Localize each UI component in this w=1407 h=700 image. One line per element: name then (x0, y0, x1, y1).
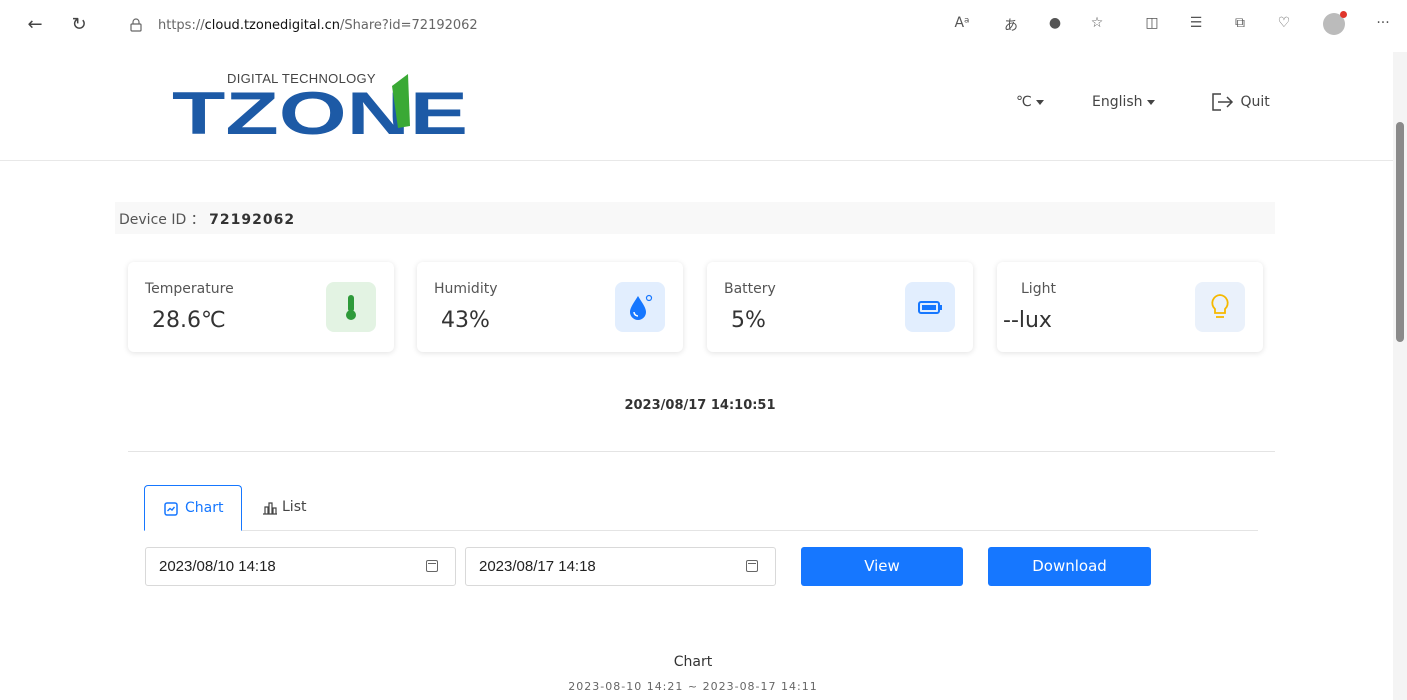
favorite-star-icon[interactable]: ☆ (1085, 15, 1109, 31)
tab-list-label: List (282, 499, 307, 515)
tzone-logo[interactable]: DIGITAL TECHNOLOGY TZONE (170, 68, 470, 138)
chart-title: Chart (673, 654, 713, 670)
read-aloud-icon[interactable]: Aᵃ (950, 15, 974, 31)
chevron-down-icon (1035, 99, 1044, 105)
card-label: Light (1021, 281, 1056, 297)
split-screen-icon[interactable]: ◫ (1140, 15, 1164, 31)
unit-selector[interactable]: ℃ (1016, 94, 1044, 110)
tab-list[interactable]: List (252, 485, 332, 531)
card-label: Battery (724, 281, 776, 297)
collections-icon[interactable]: ⧉ (1228, 15, 1252, 31)
translate-icon[interactable]: あ (999, 15, 1023, 35)
url-text: https://cloud.tzonedigital.cn/Share?id=7… (158, 18, 478, 33)
tracking-prevention-icon[interactable]: ● (1043, 15, 1067, 31)
browser-toolbar: ← ↻ https://cloud.tzonedigital.cn/Share?… (0, 0, 1407, 52)
temperature-card: Temperature 28.6℃ (128, 262, 394, 352)
thermometer-icon (326, 282, 376, 332)
browser-essentials-icon[interactable]: ♡ (1272, 15, 1296, 31)
view-button[interactable]: View (801, 547, 963, 586)
end-date-value: 2023/08/17 14:18 (479, 558, 596, 575)
chart-date-range: 2023-08-10 14:21 ~ 2023-08-17 14:11 (568, 680, 818, 693)
end-date-input[interactable]: 2023/08/17 14:18 (465, 547, 776, 586)
water-drop-icon (615, 282, 665, 332)
lock-icon (130, 18, 142, 32)
chevron-down-icon (1146, 99, 1155, 105)
battery-value: 5% (731, 308, 766, 333)
list-bars-icon (263, 502, 277, 515)
calendar-icon[interactable] (426, 560, 438, 572)
last-update-timestamp: 2023/08/17 14:10:51 (624, 398, 776, 413)
logo-wordmark: TZONE (172, 74, 468, 138)
scrollbar-thumb[interactable] (1396, 122, 1404, 342)
light-card: Light --lux (997, 262, 1263, 352)
calendar-icon[interactable] (746, 560, 758, 572)
device-id-label: Device ID ： (119, 212, 205, 228)
tab-chart[interactable]: Chart (144, 485, 242, 531)
humidity-card: Humidity 43% (417, 262, 683, 352)
start-date-input[interactable]: 2023/08/10 14:18 (145, 547, 456, 586)
back-arrow-icon[interactable]: ← (24, 14, 46, 36)
temperature-value: 28.6℃ (152, 308, 226, 333)
card-label: Temperature (145, 281, 234, 297)
card-label: Humidity (434, 281, 498, 297)
download-button[interactable]: Download (988, 547, 1151, 586)
quit-button[interactable]: Quit (1210, 92, 1270, 112)
light-value: --lux (1003, 308, 1052, 333)
more-menu-icon[interactable]: ··· (1371, 15, 1395, 31)
logo-text: TZONE (172, 80, 468, 138)
battery-icon (905, 282, 955, 332)
battery-card: Battery 5% (707, 262, 973, 352)
tab-chart-label: Chart (185, 500, 224, 516)
favorites-icon[interactable]: ☰ (1184, 15, 1208, 31)
notification-dot (1340, 11, 1347, 18)
refresh-icon[interactable]: ↻ (68, 14, 90, 36)
page-scrollbar[interactable] (1393, 52, 1407, 700)
logout-icon (1212, 93, 1234, 111)
language-selector[interactable]: English (1092, 94, 1155, 110)
start-date-value: 2023/08/10 14:18 (159, 558, 276, 575)
device-info-bar: Device ID ： 72192062 (115, 202, 1275, 234)
line-chart-icon (164, 502, 178, 516)
header-divider (0, 160, 1393, 161)
device-id-value: 72192062 (209, 212, 296, 228)
humidity-value: 43% (441, 308, 490, 333)
light-bulb-icon (1195, 282, 1245, 332)
section-divider (128, 451, 1275, 452)
